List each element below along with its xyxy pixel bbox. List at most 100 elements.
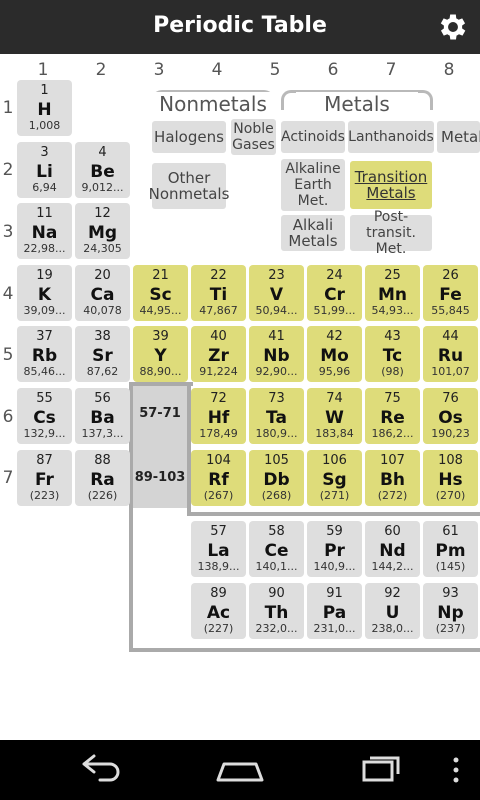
element-cell-mo[interactable]: 42 Mo 95,96 [307,326,362,382]
element-cell-ru[interactable]: 44 Ru 101,07 [423,326,478,382]
atomic-number: 3 [40,145,49,160]
element-symbol: Th [264,603,289,623]
nonmetals-header[interactable]: Nonmetals [152,92,274,116]
atomic-number: 25 [384,268,401,283]
element-cell-nb[interactable]: 41 Nb 92,90... [249,326,304,382]
element-cell-nd[interactable]: 60 Nd 144,2... [365,521,420,577]
row-number: 4 [2,284,14,304]
element-cell-v[interactable]: 23 V 50,94... [249,265,304,321]
actinoids-button[interactable]: Actinoids [281,121,345,153]
atomic-number: 106 [322,453,347,468]
overflow-menu-icon[interactable] [436,752,476,788]
element-cell-ba[interactable]: 56 Ba 137,3... [75,388,130,444]
atomic-mass: 138,9... [197,560,240,573]
row-number: 6 [2,407,14,427]
atomic-mass: (270) [435,489,466,502]
post-transition-button[interactable]: Post-transit. Met. [350,209,432,257]
element-symbol: Ru [437,346,464,366]
noble-gases-button[interactable]: Noble Gases [231,119,276,155]
element-cell-na[interactable]: 11 Na 22,98... [17,203,72,259]
element-cell-mn[interactable]: 25 Mn 54,93... [365,265,420,321]
gear-icon[interactable] [436,10,470,44]
element-symbol: Ba [90,408,115,428]
element-cell-hs[interactable]: 108 Hs (270) [423,450,478,506]
atomic-number: 107 [380,453,405,468]
atomic-number: 87 [36,453,53,468]
element-cell-la[interactable]: 57 La 138,9... [191,521,246,577]
element-cell-pa[interactable]: 91 Pa 231,0... [307,583,362,639]
transition-metals-button[interactable]: Transition Metals [350,161,432,209]
home-icon[interactable] [210,752,270,788]
halogens-button[interactable]: Halogens [152,121,226,153]
atomic-mass: 40,078 [83,304,122,317]
element-cell-db[interactable]: 105 Db (268) [249,450,304,506]
element-cell-be[interactable]: 4 Be 9,012... [75,142,130,198]
element-cell-k[interactable]: 19 K 39,09... [17,265,72,321]
element-symbol: Rf [208,470,229,490]
element-cell-w[interactable]: 74 W 183,84 [307,388,362,444]
element-cell-u[interactable]: 92 U 238,0... [365,583,420,639]
element-cell-cs[interactable]: 55 Cs 132,9... [17,388,72,444]
element-cell-ca[interactable]: 20 Ca 40,078 [75,265,130,321]
atomic-mass: 9,012... [81,181,124,194]
element-cell-ce[interactable]: 58 Ce 140,1... [249,521,304,577]
element-cell-sg[interactable]: 106 Sg (271) [307,450,362,506]
element-symbol: Hs [438,470,463,490]
atomic-number: 89 [210,586,227,601]
atomic-mass: 87,62 [86,365,119,378]
element-cell-ti[interactable]: 22 Ti 47,867 [191,265,246,321]
element-cell-pm[interactable]: 61 Pm (145) [423,521,478,577]
other-nonmetals-button[interactable]: Other Nonmetals [149,163,229,209]
element-cell-np[interactable]: 93 Np (237) [423,583,478,639]
element-cell-cr[interactable]: 24 Cr 51,99... [307,265,362,321]
atomic-number: 104 [206,453,231,468]
atomic-number: 20 [94,268,111,283]
element-symbol: Nd [379,541,406,561]
element-cell-zr[interactable]: 40 Zr 91,224 [191,326,246,382]
back-icon[interactable] [70,752,130,788]
atomic-mass: 180,9... [255,427,298,440]
atomic-number: 41 [268,329,285,344]
element-cell-sr[interactable]: 38 Sr 87,62 [75,326,130,382]
atomic-number: 44 [442,329,459,344]
element-cell-tc[interactable]: 43 Tc (98) [365,326,420,382]
element-cell-fr[interactable]: 87 Fr (223) [17,450,72,506]
element-cell-th[interactable]: 90 Th 232,0... [249,583,304,639]
element-cell-sc[interactable]: 21 Sc 44,95... [133,265,188,321]
atomic-number: 92 [384,586,401,601]
atomic-number: 19 [36,268,53,283]
element-cell-os[interactable]: 76 Os 190,23 [423,388,478,444]
element-cell-ac[interactable]: 89 Ac (227) [191,583,246,639]
recents-icon[interactable] [350,752,410,788]
element-cell-rf[interactable]: 104 Rf (267) [191,450,246,506]
element-cell-h[interactable]: 1 H 1,008 [17,80,72,136]
column-number: 1 [37,60,49,80]
element-cell-rb[interactable]: 37 Rb 85,46... [17,326,72,382]
element-cell-bh[interactable]: 107 Bh (272) [365,450,420,506]
atomic-number: 38 [94,329,111,344]
element-cell-fe[interactable]: 26 Fe 55,845 [423,265,478,321]
column-number: 6 [327,60,339,80]
atomic-mass: 95,96 [318,365,351,378]
column-number: 4 [211,60,223,80]
element-cell-hf[interactable]: 72 Hf 178,49 [191,388,246,444]
element-cell-mg[interactable]: 12 Mg 24,305 [75,203,130,259]
f-block-reference[interactable]: 57-71 89-103 [133,386,187,508]
element-cell-ra[interactable]: 88 Ra (226) [75,450,130,506]
element-cell-re[interactable]: 75 Re 186,2... [365,388,420,444]
atomic-number: 93 [442,586,459,601]
metals-header[interactable]: Metals [296,92,418,116]
element-symbol: Na [31,223,58,243]
atomic-number: 57 [210,524,227,539]
element-cell-pr[interactable]: 59 Pr 140,9... [307,521,362,577]
element-cell-li[interactable]: 3 Li 6,94 [17,142,72,198]
metalloids-button[interactable]: Metall [437,121,480,153]
alkaline-earth-button[interactable]: Alkaline Earth Met. [281,159,345,211]
lanthanoids-button[interactable]: Lanthanoids [348,121,434,153]
element-cell-y[interactable]: 39 Y 88,90... [133,326,188,382]
alkali-metals-button[interactable]: Alkali Metals [281,215,345,251]
atomic-number: 59 [326,524,343,539]
element-cell-ta[interactable]: 73 Ta 180,9... [249,388,304,444]
atomic-mass: 144,2... [371,560,414,573]
atomic-number: 74 [326,391,343,406]
